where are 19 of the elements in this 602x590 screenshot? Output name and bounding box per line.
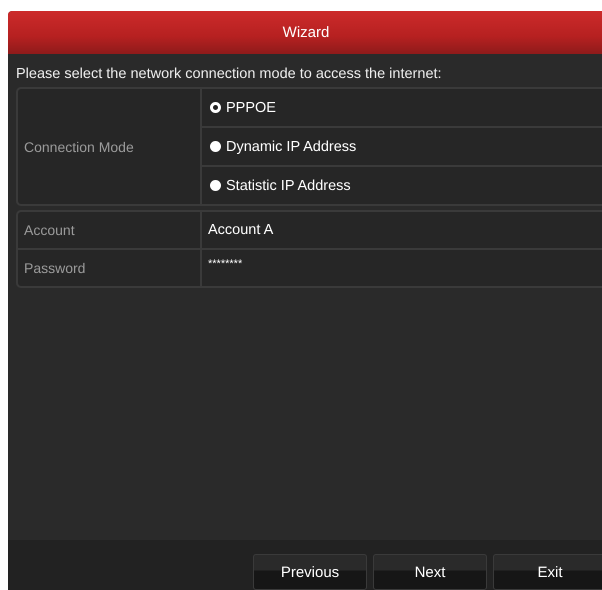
radio-button[interactable] (210, 180, 221, 191)
option-label: Statistic IP Address (226, 178, 351, 194)
input-field[interactable]: ******** (202, 250, 602, 286)
field-label: Connection Mode (18, 89, 202, 204)
option-label: Dynamic IP Address (226, 138, 356, 154)
field-label: Password (18, 250, 202, 286)
radio-button[interactable] (210, 102, 221, 113)
prompt-text: Please select the network connection mode to access the internet: (16, 66, 443, 82)
field-label: Account (18, 212, 202, 248)
option-label: PPPOE (226, 100, 276, 116)
wizard-button[interactable]: Exit (493, 554, 602, 590)
wizard-button[interactable]: Previous (253, 554, 367, 590)
wizard-button[interactable]: Next (373, 554, 487, 590)
radio-option[interactable]: PPPOE (202, 89, 602, 126)
input-field[interactable]: Account A (202, 212, 602, 248)
window-title: Wizard (8, 11, 602, 54)
radio-option[interactable]: Statistic IP Address (202, 165, 602, 204)
radio-option[interactable]: Dynamic IP Address (202, 126, 602, 165)
radio-button[interactable] (210, 141, 221, 152)
